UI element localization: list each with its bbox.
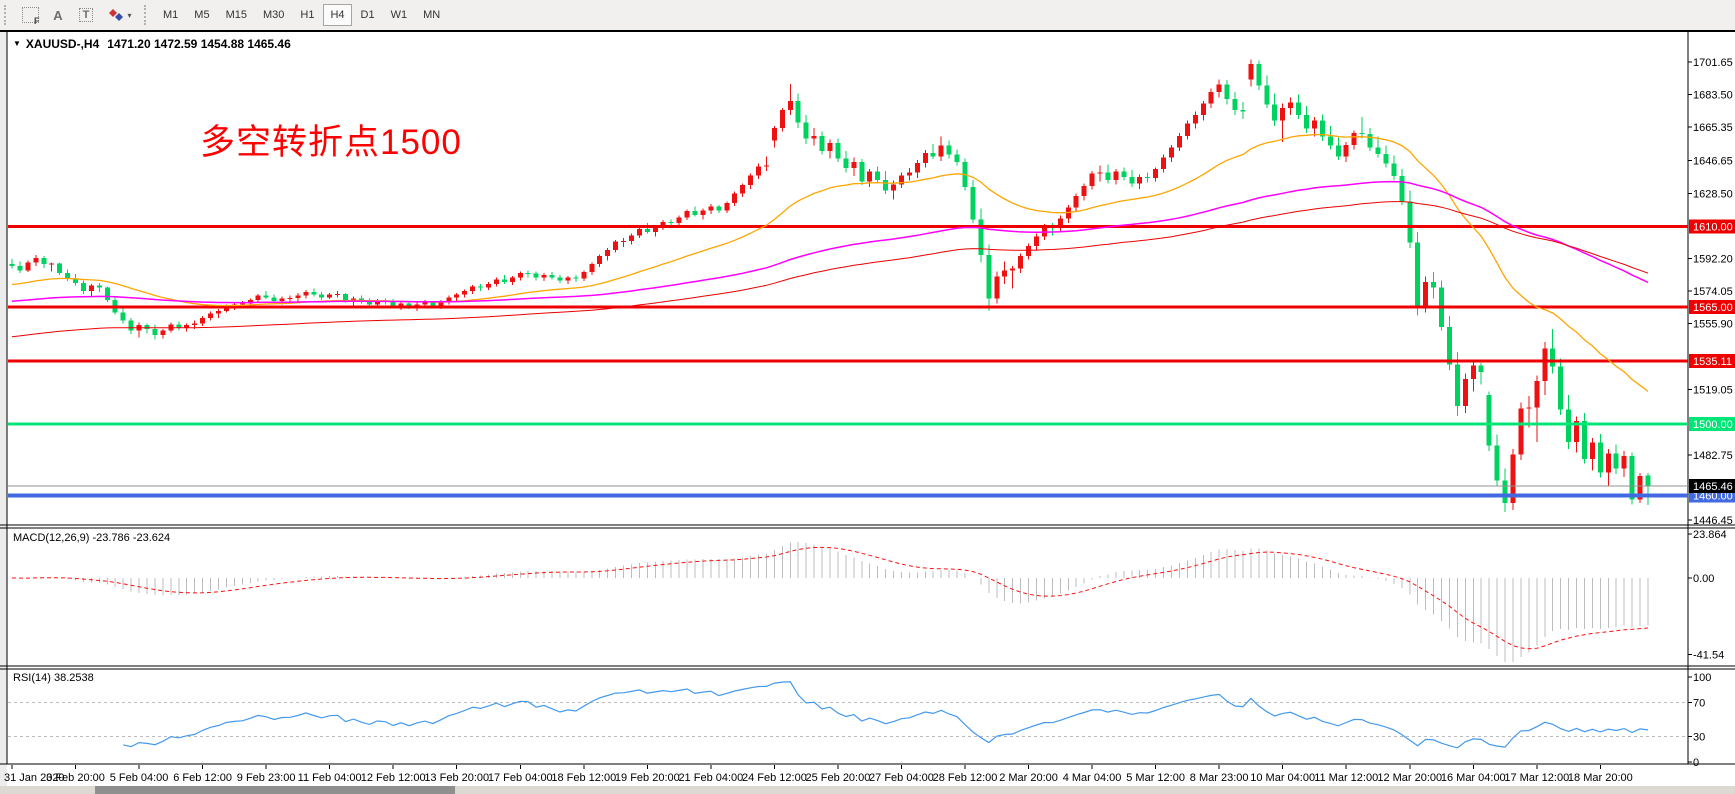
svg-text:1610.00: 1610.00 [1693,222,1733,234]
svg-text:11 Feb 04:00: 11 Feb 04:00 [298,772,362,784]
svg-text:8 Mar 23:00: 8 Mar 23:00 [1190,772,1249,784]
svg-text:21 Feb 04:00: 21 Feb 04:00 [678,772,743,784]
price-axis[interactable]: 1701.65 1683.50 1665.35 1646.65 1628.50 1592.… [1688,57,1735,769]
svg-text:100: 100 [1693,672,1711,684]
svg-text:1482.75: 1482.75 [1693,450,1733,462]
chart-title: ▼ XAUUSD-,H4 1471.20 1472.59 1454.88 1465.… [13,37,291,51]
text-label-tool-button[interactable]: T [72,3,100,27]
svg-text:3 Feb 20:00: 3 Feb 20:00 [46,772,105,784]
svg-text:13 Feb 20:00: 13 Feb 20:00 [424,772,489,784]
toolbar-group-separator[interactable] [144,5,150,25]
svg-text:12 Mar 20:00: 12 Mar 20:00 [1377,772,1442,784]
macd-histogram [20,542,1648,662]
timeframe-button-h1[interactable]: H1 [293,4,321,26]
horizontal-scrollbar[interactable] [0,786,1735,794]
text-t-icon: T [79,8,94,22]
svg-text:1646.65: 1646.65 [1693,156,1733,168]
svg-text:10 Mar 04:00: 10 Mar 04:00 [1250,772,1315,784]
timeframe-button-m30[interactable]: M30 [256,4,291,26]
svg-text:28 Feb 12:00: 28 Feb 12:00 [933,772,998,784]
grid-tool-button[interactable]: F [16,3,44,27]
scrollbar-thumb[interactable] [95,786,455,794]
svg-text:1565.00: 1565.00 [1693,302,1733,314]
svg-text:1519.05: 1519.05 [1693,385,1733,397]
svg-text:11 Mar 12:00: 11 Mar 12:00 [1314,772,1378,784]
svg-text:1535.11: 1535.11 [1693,356,1732,368]
svg-text:9 Feb 23:00: 9 Feb 23:00 [237,772,296,784]
arrow-style-tool-button[interactable]: ▾ [100,3,140,27]
svg-text:6 Feb 12:00: 6 Feb 12:00 [173,772,232,784]
svg-text:23.864: 23.864 [1693,529,1727,541]
svg-text:30: 30 [1693,732,1705,744]
svg-text:1628.50: 1628.50 [1693,188,1733,200]
svg-text:5 Mar 12:00: 5 Mar 12:00 [1126,772,1185,784]
grid-f-icon: F [22,7,39,23]
macd-label: MACD(12,26,9) -23.786 -23.624 [13,532,170,544]
svg-text:1683.50: 1683.50 [1693,90,1733,102]
svg-text:1465.46: 1465.46 [1693,481,1733,493]
timeframe-button-d1[interactable]: D1 [354,4,382,26]
arrows-icon [108,8,124,22]
timeframe-button-mn[interactable]: MN [416,4,447,26]
svg-text:27 Feb 04:00: 27 Feb 04:00 [869,772,934,784]
svg-text:25 Feb 20:00: 25 Feb 20:00 [806,772,871,784]
moving-average-lines [12,135,1648,392]
symbol-dropdown-icon[interactable]: ▼ [13,39,21,48]
svg-text:1701.65: 1701.65 [1693,57,1733,69]
chart-title-symbol: XAUUSD-,H4 [26,37,99,51]
timeframe-button-m1[interactable]: M1 [156,4,185,26]
timeframe-button-m5[interactable]: M5 [187,4,216,26]
svg-text:-41.54: -41.54 [1693,650,1724,662]
svg-text:1574.05: 1574.05 [1693,286,1733,298]
svg-text:5 Feb 04:00: 5 Feb 04:00 [110,772,169,784]
svg-text:2 Mar 20:00: 2 Mar 20:00 [999,772,1058,784]
svg-text:1665.35: 1665.35 [1693,122,1733,134]
chart-text-annotation[interactable]: 多空转折点1500 [200,114,462,165]
svg-text:16 Mar 04:00: 16 Mar 04:00 [1441,772,1506,784]
svg-text:0: 0 [1693,757,1699,769]
svg-text:70: 70 [1693,698,1705,710]
svg-text:19 Feb 20:00: 19 Feb 20:00 [615,772,680,784]
timeframe-button-m15[interactable]: M15 [219,4,254,26]
svg-text:1592.20: 1592.20 [1693,253,1733,265]
horizontal-lines[interactable] [8,227,1688,496]
timeframe-toolbar: M1M5M15M30H1H4D1W1MN [156,4,447,26]
svg-text:4 Mar 04:00: 4 Mar 04:00 [1063,772,1122,784]
svg-text:24 Feb 12:00: 24 Feb 12:00 [742,772,807,784]
chart-title-ohlc: 1471.20 1472.59 1454.88 1465.46 [107,37,291,51]
svg-text:18 Feb 12:00: 18 Feb 12:00 [551,772,616,784]
svg-text:0.00: 0.00 [1693,573,1714,585]
time-axis[interactable]: 31 Jan 20203 Feb 20:005 Feb 04:006 Feb 1… [4,765,1633,784]
rsi-line [123,682,1648,748]
svg-text:17 Mar 12:00: 17 Mar 12:00 [1504,772,1569,784]
svg-text:1500.00: 1500.00 [1693,419,1733,431]
toolbar-drag-handle[interactable] [4,5,10,25]
timeframe-button-w1[interactable]: W1 [384,4,415,26]
dropdown-caret-icon: ▾ [127,11,131,20]
rsi-level-lines [8,703,1688,737]
svg-text:1446.45: 1446.45 [1693,515,1733,527]
svg-text:18 Mar 20:00: 18 Mar 20:00 [1568,772,1633,784]
svg-text:17 Feb 04:00: 17 Feb 04:00 [488,772,553,784]
text-tool-button[interactable]: A [44,3,72,27]
svg-text:1555.90: 1555.90 [1693,319,1733,331]
text-a-icon: A [53,8,62,23]
toolbar: F A T ▾ M1M5M15M30H1H4D1W1MN [0,0,1735,30]
svg-text:12 Feb 12:00: 12 Feb 12:00 [361,772,426,784]
timeframe-button-h4[interactable]: H4 [323,4,351,26]
rsi-label: RSI(14) 38.2538 [13,672,94,684]
